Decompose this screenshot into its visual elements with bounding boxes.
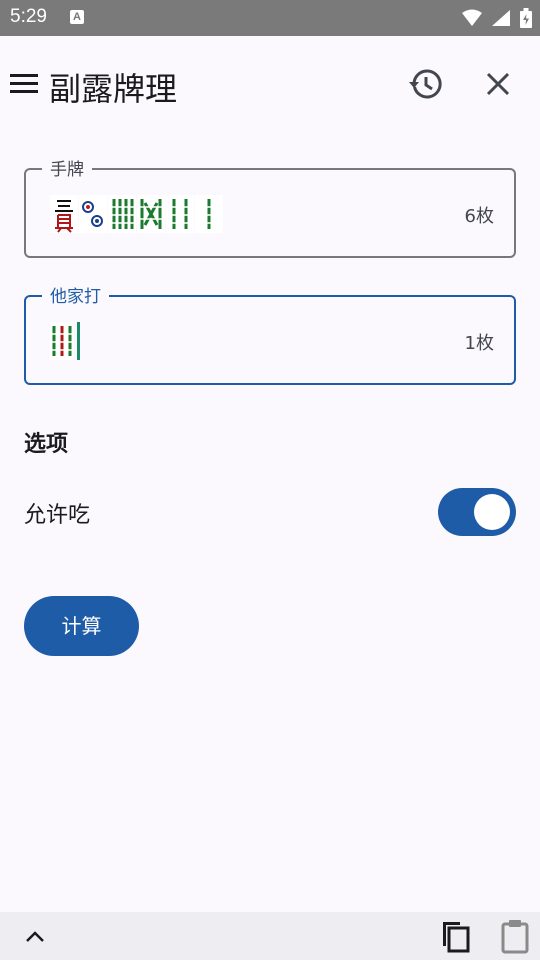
battery-icon bbox=[520, 7, 532, 28]
history-icon[interactable] bbox=[408, 66, 444, 102]
allow-chi-label: 允许吃 bbox=[24, 503, 91, 528]
page-title: 副露牌理 bbox=[49, 70, 178, 108]
menu-icon[interactable] bbox=[8, 68, 40, 100]
discard-field-label: 他家打 bbox=[42, 282, 109, 307]
tile-sou-b bbox=[137, 195, 165, 233]
wifi-icon bbox=[461, 9, 482, 26]
copy-icon[interactable] bbox=[438, 918, 474, 954]
toggle-knob bbox=[474, 494, 510, 530]
options-section-title: 选项 bbox=[24, 432, 69, 457]
discard-tiles bbox=[50, 322, 80, 360]
discard-tile-count: 1枚 bbox=[464, 333, 494, 354]
hand-tiles bbox=[50, 195, 224, 233]
hand-tile-count: 6枚 bbox=[464, 206, 494, 227]
keyboard-toolbar bbox=[0, 912, 540, 960]
close-icon[interactable] bbox=[482, 68, 514, 100]
tile-3-man bbox=[50, 195, 78, 233]
hand-field-label: 手牌 bbox=[42, 155, 92, 180]
chevron-up-icon[interactable] bbox=[22, 924, 48, 950]
discard-input-field[interactable]: 他家打 1枚 bbox=[24, 282, 516, 385]
tile-pin-pair bbox=[79, 195, 107, 233]
calculate-button[interactable]: 计算 bbox=[24, 596, 139, 656]
text-cursor bbox=[77, 322, 80, 360]
top-app-bar: 副露牌理 bbox=[0, 36, 540, 132]
status-bar: 5:29 A bbox=[0, 0, 540, 36]
tile-sou-a bbox=[108, 195, 136, 233]
hand-input-field[interactable]: 手牌 6枚 bbox=[24, 155, 516, 258]
allow-chi-toggle[interactable] bbox=[438, 488, 516, 536]
keyboard-badge-icon: A bbox=[70, 10, 84, 24]
tile-discard bbox=[50, 322, 74, 360]
status-icons bbox=[458, 7, 532, 28]
clipboard-icon[interactable] bbox=[498, 918, 534, 954]
status-time: 5:29 bbox=[10, 6, 47, 27]
signal-icon bbox=[491, 9, 510, 26]
tile-sou-d bbox=[195, 195, 223, 233]
tile-sou-c bbox=[166, 195, 194, 233]
